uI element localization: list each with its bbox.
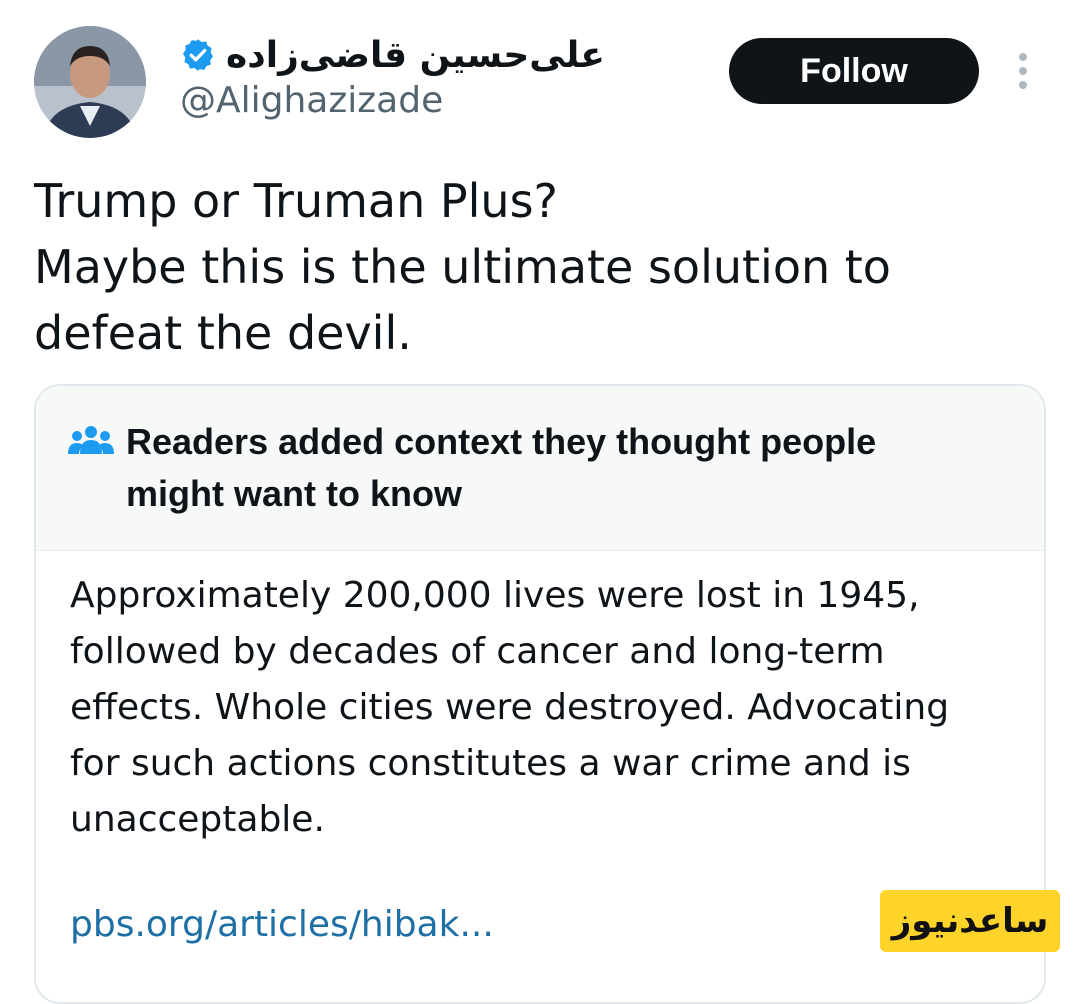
tweet-header: علی‌حسین قاضی‌زاده @Alighazizade Follow bbox=[0, 0, 1080, 150]
note-title-line: might want to know bbox=[126, 473, 462, 514]
follow-button[interactable]: Follow bbox=[729, 38, 979, 104]
note-body-line: effects. Whole cities were destroyed. Ad… bbox=[70, 687, 950, 728]
note-body-line: followed by decades of cancer and long-t… bbox=[70, 631, 885, 672]
tweet-line: Maybe this is the ultimate solution to bbox=[34, 240, 891, 294]
tweet-line: Trump or Truman Plus? bbox=[34, 174, 558, 228]
note-body-line: unacceptable. bbox=[70, 799, 325, 840]
watermark-logo: ساعدنیوز bbox=[880, 890, 1060, 952]
avatar[interactable] bbox=[34, 26, 146, 138]
note-body-line: for such actions constitutes a war crime… bbox=[70, 743, 911, 784]
name-row: علی‌حسین قاضی‌زاده bbox=[180, 30, 605, 80]
community-note-title: Readers added context they thought peopl… bbox=[126, 416, 1006, 520]
tweet-text: Trump or Truman Plus? Maybe this is the … bbox=[34, 168, 1044, 366]
note-body-line: Approximately 200,000 lives were lost in… bbox=[70, 575, 920, 616]
avatar-image bbox=[34, 26, 146, 138]
community-note-header: Readers added context they thought peopl… bbox=[36, 386, 1044, 551]
tweet-line: defeat the devil. bbox=[34, 306, 412, 360]
community-note-source-link[interactable]: pbs.org/articles/hibak... bbox=[70, 904, 494, 945]
display-name[interactable]: علی‌حسین قاضی‌زاده bbox=[226, 35, 605, 76]
readers-group-icon bbox=[68, 426, 114, 454]
verified-badge-icon bbox=[183, 39, 213, 71]
note-title-line: Readers added context they thought peopl… bbox=[126, 421, 877, 462]
user-handle[interactable]: @Alighazizade bbox=[180, 80, 443, 121]
more-options-icon[interactable] bbox=[1010, 50, 1036, 92]
community-note-body: Approximately 200,000 lives were lost in… bbox=[70, 568, 1030, 848]
